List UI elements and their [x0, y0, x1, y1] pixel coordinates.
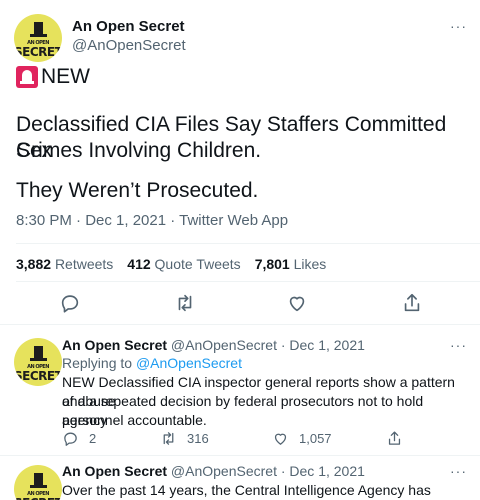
divider — [16, 281, 480, 282]
divider — [0, 324, 480, 325]
badge-line: NEW — [16, 64, 90, 90]
more-options-icon[interactable]: ··· — [450, 18, 467, 34]
retweet-button[interactable]: 316 — [160, 430, 209, 447]
reply-icon — [61, 295, 79, 313]
reply-author-name[interactable]: An Open Secret — [62, 463, 167, 479]
heart-icon — [289, 296, 305, 312]
reply-author-name[interactable]: An Open Secret — [62, 337, 167, 353]
retweet-button[interactable] — [174, 292, 198, 316]
retweets-count: 3,882 — [16, 256, 52, 272]
likes-count: 7,801 — [254, 256, 290, 272]
tweet-action-bar — [0, 292, 480, 316]
engagement-stats: 3,882 Retweets 412 Quote Tweets 7,801 Li… — [16, 256, 340, 272]
like-button[interactable]: 1,057 — [272, 430, 332, 447]
share-button[interactable] — [386, 430, 413, 447]
more-options-icon[interactable]: ··· — [450, 463, 467, 479]
reply-text-line-3: personnel accountable. — [62, 412, 207, 428]
like-count: 1,057 — [299, 431, 332, 446]
quote-tweets-stat[interactable]: 412 Quote Tweets — [127, 256, 240, 272]
reply-text-line-1: Over the past 14 years, the Central Inte… — [62, 482, 431, 498]
more-options-icon[interactable]: ··· — [450, 337, 467, 353]
heart-icon — [274, 433, 287, 445]
reply-button[interactable] — [59, 292, 83, 316]
replying-to-link[interactable]: @AnOpenSecret — [136, 355, 242, 371]
reply-handle-date[interactable]: @AnOpenSecret · Dec 1, 2021 — [171, 337, 365, 353]
replying-to: Replying to @AnOpenSecret — [62, 355, 242, 371]
share-button[interactable] — [401, 292, 425, 316]
author-avatar[interactable]: AN OPEN SECRET — [14, 14, 62, 62]
tweet-timestamp[interactable]: 8:30 PM · Dec 1, 2021 · Twitter Web App — [16, 212, 288, 229]
badge-text: NEW — [41, 65, 90, 88]
tweet-body-line-2: Crimes Involving Children. — [16, 139, 262, 162]
reply-button[interactable]: 2 — [62, 430, 96, 447]
reply-header: An Open Secret @AnOpenSecret · Dec 1, 20… — [62, 463, 365, 479]
retweets-label: Retweets — [54, 256, 114, 272]
retweet-count: 316 — [187, 431, 209, 446]
likes-label: Likes — [293, 256, 327, 272]
author-handle[interactable]: @AnOpenSecret — [72, 37, 186, 54]
tower-logo-icon — [30, 22, 47, 37]
quote-tweets-count: 412 — [127, 256, 151, 272]
avatar-logo-text: SECRET — [14, 45, 62, 59]
avatar-logo-text: SECRET — [14, 496, 62, 500]
reply-icon — [64, 432, 77, 446]
reply-header: An Open Secret @AnOpenSecret · Dec 1, 20… — [62, 337, 365, 353]
share-icon — [404, 293, 420, 312]
tweet-body-line-3: They Weren’t Prosecuted. — [16, 179, 259, 202]
replying-to-prefix: Replying to — [62, 355, 136, 371]
retweet-icon — [163, 432, 174, 445]
reply-count: 2 — [89, 431, 97, 446]
reply-author-avatar[interactable]: AN OPEN SECRET — [14, 338, 62, 386]
siren-icon — [16, 66, 38, 88]
retweet-icon — [178, 294, 192, 312]
like-button[interactable] — [286, 292, 310, 316]
tower-logo-icon — [30, 346, 47, 361]
divider — [16, 243, 480, 244]
divider — [0, 455, 480, 456]
reply-handle-date[interactable]: @AnOpenSecret · Dec 1, 2021 — [171, 463, 365, 479]
reply-author-avatar[interactable]: AN OPEN SECRET — [14, 465, 62, 500]
author-name[interactable]: An Open Secret — [72, 18, 185, 35]
avatar-logo-text: SECRET — [14, 369, 62, 383]
likes-stat[interactable]: 7,801 Likes — [255, 256, 327, 272]
quote-tweets-label: Quote Tweets — [154, 256, 241, 272]
retweets-stat[interactable]: 3,882 Retweets — [16, 256, 113, 272]
tower-logo-icon — [30, 473, 47, 488]
share-icon — [388, 431, 401, 445]
